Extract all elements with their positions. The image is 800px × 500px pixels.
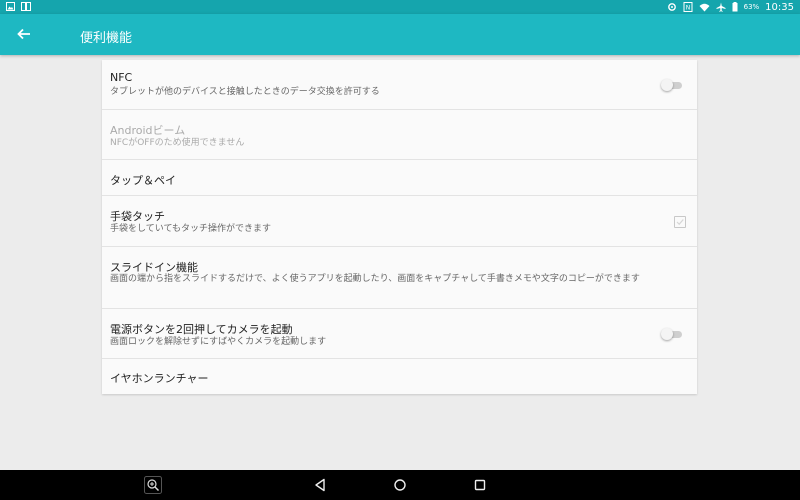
nav-recents-button[interactable] xyxy=(470,475,490,495)
wifi-icon xyxy=(699,3,710,12)
setting-item-glove-touch[interactable]: 手袋タッチ 手袋をしていてもタッチ操作ができます xyxy=(102,196,697,247)
nfc-toggle[interactable] xyxy=(661,79,683,91)
status-time: 10:35 xyxy=(765,1,794,13)
setting-title: タップ＆ペイ xyxy=(110,174,176,187)
setting-subtitle: 画面ロックを解除せずにすばやくカメラを起動します xyxy=(110,337,327,347)
setting-item-tap-and-pay[interactable]: タップ＆ペイ xyxy=(102,160,697,196)
home-circle-icon xyxy=(390,479,410,499)
setting-subtitle: 手袋をしていてもタッチ操作ができます xyxy=(110,224,272,234)
setting-title: Androidビーム xyxy=(110,124,186,137)
navigation-bar xyxy=(0,470,800,500)
nfc-icon: N xyxy=(683,2,693,12)
nav-home-button[interactable] xyxy=(390,475,410,495)
recents-square-icon xyxy=(470,479,490,499)
setting-subtitle: タブレットが他のデバイスと接触したときのデータ交換を許可する xyxy=(110,87,380,97)
setting-title: 電源ボタンを2回押してカメラを起動 xyxy=(110,323,293,336)
back-button[interactable] xyxy=(14,24,34,44)
status-bar: N 63% 10:35 xyxy=(0,0,800,14)
arrow-left-icon xyxy=(14,28,34,48)
settings-sync-icon xyxy=(667,2,677,12)
book-notification-icon xyxy=(21,2,31,11)
setting-item-earphone-launcher[interactable]: イヤホンランチャー xyxy=(102,359,697,394)
setting-title: スライドイン機能 xyxy=(110,261,198,274)
status-bar-left xyxy=(6,2,31,11)
zoom-button[interactable] xyxy=(143,475,163,495)
svg-text:N: N xyxy=(685,5,690,12)
zoom-in-icon xyxy=(143,476,163,499)
glove-touch-checkbox[interactable] xyxy=(674,216,686,228)
setting-item-android-beam[interactable]: Androidビーム NFCがOFFのため使用できません xyxy=(102,110,697,160)
back-triangle-icon xyxy=(310,478,330,499)
camera-launch-toggle[interactable] xyxy=(661,328,683,340)
nav-back-button[interactable] xyxy=(310,475,330,495)
setting-item-slide-in[interactable]: スライドイン機能 画面の端から指をスライドするだけで、よく使うアプリを起動したり… xyxy=(102,247,697,309)
battery-icon xyxy=(732,2,738,12)
airplane-mode-icon xyxy=(716,2,726,12)
status-bar-right: N 63% 10:35 xyxy=(667,0,794,14)
settings-list: NFC タブレットが他のデバイスと接触したときのデータ交換を許可する Andro… xyxy=(102,60,697,394)
page-title: 便利機能 xyxy=(80,31,133,46)
setting-subtitle: NFCがOFFのため使用できません xyxy=(110,138,245,148)
setting-item-nfc[interactable]: NFC タブレットが他のデバイスと接触したときのデータ交換を許可する xyxy=(102,60,697,110)
battery-percent: 63% xyxy=(743,3,760,11)
setting-title: 手袋タッチ xyxy=(110,210,165,223)
gallery-notification-icon xyxy=(6,2,15,11)
setting-title: NFC xyxy=(110,71,133,84)
setting-subtitle: 画面の端から指をスライドするだけで、よく使うアプリを起動したり、画面をキャプチャ… xyxy=(110,274,640,284)
toggle-thumb xyxy=(661,328,673,340)
setting-title: イヤホンランチャー xyxy=(110,372,209,385)
toggle-thumb xyxy=(661,79,673,91)
app-bar: 便利機能 xyxy=(0,14,800,55)
setting-item-double-press-camera[interactable]: 電源ボタンを2回押してカメラを起動 画面ロックを解除せずにすばやくカメラを起動し… xyxy=(102,309,697,359)
